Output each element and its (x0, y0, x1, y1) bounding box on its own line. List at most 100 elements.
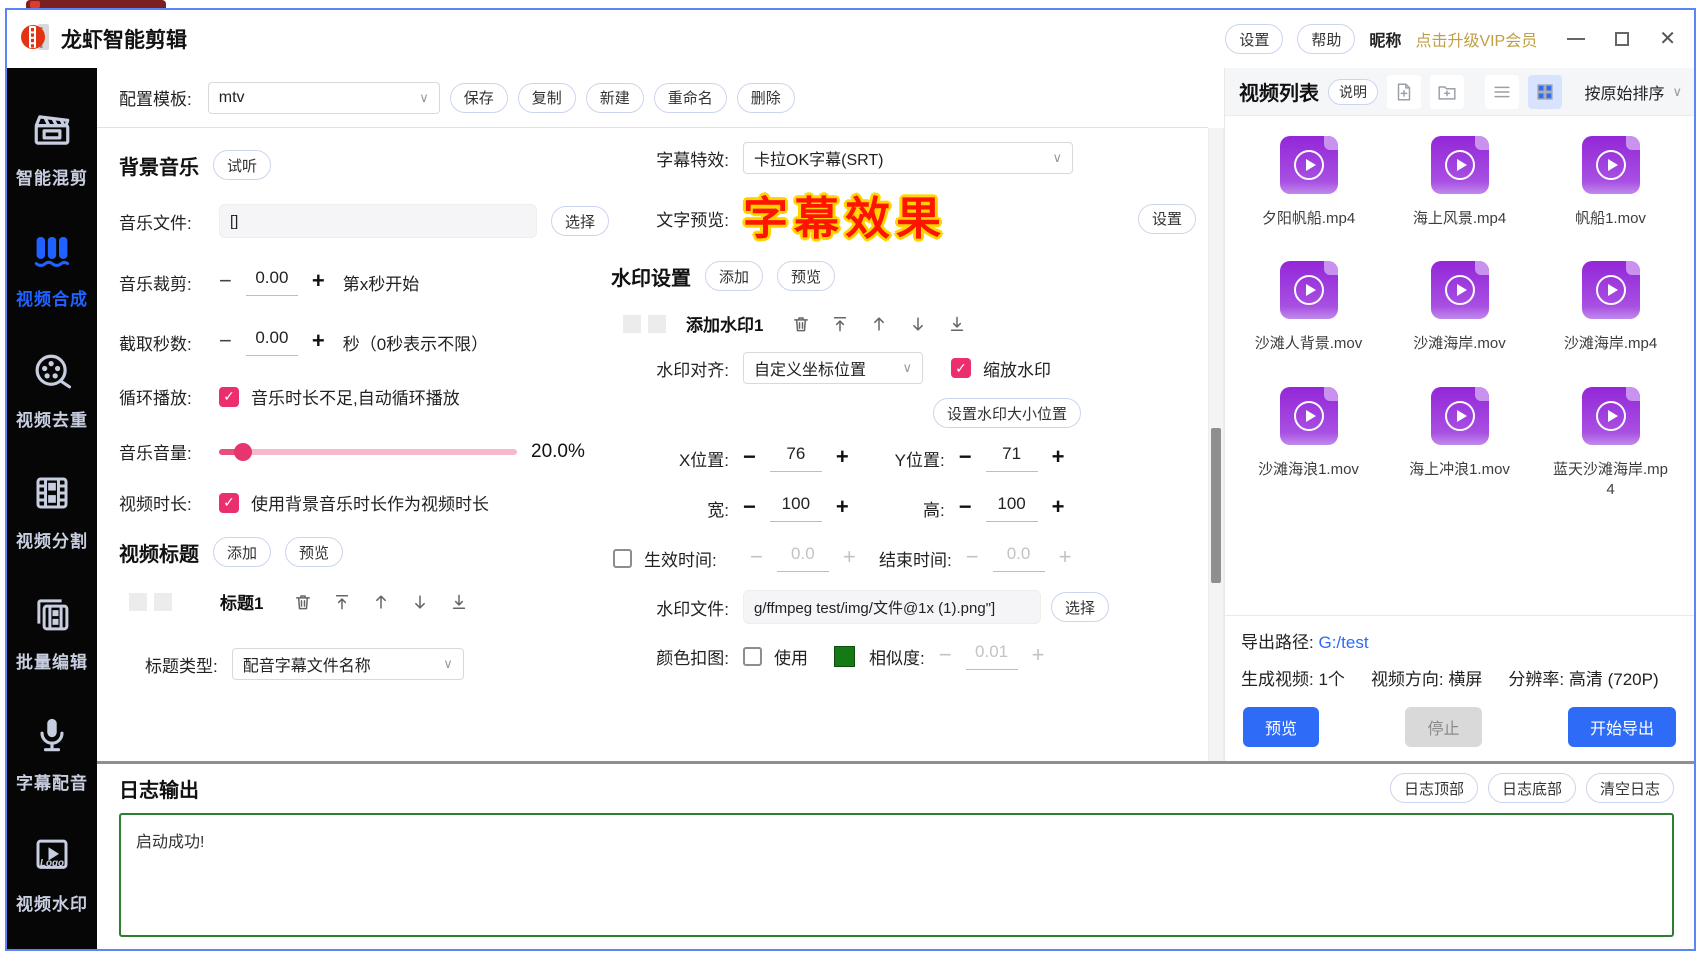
move-to-top-icon[interactable] (830, 314, 850, 334)
delete-icon[interactable] (791, 314, 811, 334)
width-value[interactable]: 100 (769, 494, 822, 522)
subtitle-settings-button[interactable]: 设置 (1137, 203, 1196, 234)
increment-button[interactable]: + (1052, 494, 1065, 520)
video-item[interactable]: 海上风景.mp4 (1384, 136, 1535, 229)
choose-watermark-button[interactable]: 选择 (1051, 592, 1110, 622)
export-path-value[interactable]: G:/test (1318, 633, 1368, 652)
sidebar-item-split[interactable]: 视频分割 (7, 451, 97, 572)
video-item[interactable]: 蓝天沙滩海岸.mp4 (1535, 386, 1686, 501)
close-button[interactable]: ✕ (1659, 29, 1676, 49)
music-file-input[interactable]: [] (219, 204, 537, 238)
watermark-align-select[interactable]: 自定义坐标位置 ∨ (743, 352, 923, 384)
save-template-button[interactable]: 保存 (449, 82, 508, 113)
stop-button[interactable]: 停止 (1405, 707, 1482, 747)
sidebar-item-subtitle-dub[interactable]: 字幕配音 (7, 693, 97, 814)
preview-watermark-button[interactable]: 预览 (777, 261, 836, 291)
move-up-icon[interactable] (371, 592, 391, 612)
music-volume-slider[interactable] (219, 442, 517, 461)
move-down-icon[interactable] (908, 314, 928, 334)
scrollbar-track[interactable] (1208, 128, 1224, 761)
choose-music-button[interactable]: 选择 (551, 206, 610, 236)
config-template-select[interactable]: mtv ∨ (207, 81, 440, 114)
grid-view-button[interactable] (1528, 74, 1562, 109)
clear-log-button[interactable]: 清空日志 (1585, 773, 1674, 803)
sidebar-item-batch-edit[interactable]: 批量编辑 (7, 572, 97, 693)
video-list-help-button[interactable]: 说明 (1328, 78, 1378, 105)
decrement-button[interactable]: − (219, 268, 232, 294)
increment-button[interactable]: + (312, 268, 325, 294)
y-position-value[interactable]: 71 (985, 444, 1038, 472)
cut-seconds-value[interactable]: 0.00 (245, 328, 298, 356)
log-output-box[interactable]: 启动成功! (119, 813, 1674, 937)
music-trim-value[interactable]: 0.00 (245, 268, 298, 296)
add-watermark-button[interactable]: 添加 (705, 261, 764, 291)
add-title-button[interactable]: 添加 (213, 537, 272, 567)
settings-button[interactable]: 设置 (1225, 24, 1284, 54)
vip-upgrade-link[interactable]: 点击升级VIP会员 (1415, 27, 1537, 51)
video-item[interactable]: 沙滩海岸.mp4 (1535, 261, 1686, 354)
scrollbar-thumb[interactable] (1211, 428, 1221, 583)
preview-title-button[interactable]: 预览 (285, 537, 344, 567)
subtitle-effect-select[interactable]: 卡拉OK字幕(SRT) ∨ (743, 142, 1073, 174)
decrement-button[interactable]: − (743, 444, 756, 470)
video-duration-checkbox[interactable]: ✓ (219, 492, 239, 513)
video-item[interactable]: 夕阳帆船.mp4 (1233, 136, 1384, 229)
chroma-color-swatch[interactable] (834, 645, 855, 667)
move-to-bottom-icon[interactable] (449, 592, 469, 612)
sidebar-item-dedupe[interactable]: 视频去重 (7, 330, 97, 451)
settings-scrollbar[interactable] (1208, 68, 1224, 761)
slider-handle[interactable] (233, 442, 252, 461)
effect-time-checkbox[interactable] (613, 548, 632, 568)
video-item[interactable]: 沙滩海浪1.mov (1233, 386, 1384, 501)
increment-button[interactable]: + (1059, 544, 1072, 570)
video-item[interactable]: 海上冲浪1.mov (1384, 386, 1535, 501)
move-to-top-icon[interactable] (332, 592, 352, 612)
maximize-button[interactable] (1615, 32, 1630, 46)
sort-order-select[interactable]: 按原始排序 ∨ (1584, 80, 1682, 104)
sidebar-item-video-compose[interactable]: 视频合成 (7, 209, 97, 330)
new-template-button[interactable]: 新建 (585, 82, 644, 113)
effect-time-value[interactable]: 0.0 (776, 544, 829, 572)
sidebar-item-smart-mix[interactable]: 智能混剪 (7, 88, 97, 209)
height-value[interactable]: 100 (985, 494, 1038, 522)
watermark-file-input[interactable]: g/ffmpeg test/img/文件@1x (1).png"] (743, 590, 1041, 624)
end-time-value[interactable]: 0.0 (992, 544, 1045, 572)
copy-template-button[interactable]: 复制 (517, 82, 576, 113)
move-down-icon[interactable] (410, 592, 430, 612)
video-item[interactable]: 沙滩人背景.mov (1233, 261, 1384, 354)
minimize-button[interactable] (1567, 38, 1586, 40)
increment-button[interactable]: + (312, 328, 325, 354)
increment-button[interactable]: + (836, 494, 849, 520)
orientation-value[interactable]: 横屏 (1448, 670, 1482, 689)
generate-count-value[interactable]: 1个 (1318, 670, 1344, 689)
log-top-button[interactable]: 日志顶部 (1389, 773, 1478, 803)
title-type-select[interactable]: 配音字幕文件名称 ∨ (231, 648, 464, 680)
scale-watermark-checkbox[interactable]: ✓ (951, 358, 971, 378)
increment-button[interactable]: + (836, 444, 849, 470)
audition-button[interactable]: 试听 (213, 150, 272, 180)
increment-button[interactable]: + (1052, 444, 1065, 470)
decrement-button[interactable]: − (219, 328, 232, 354)
decrement-button[interactable]: − (966, 544, 979, 570)
resolution-value[interactable]: 高清 (720P) (1569, 670, 1659, 689)
help-button[interactable]: 帮助 (1297, 24, 1356, 54)
add-file-button[interactable] (1387, 74, 1421, 109)
sidebar-item-watermark[interactable]: Logo 视频水印 (7, 814, 97, 935)
move-to-bottom-icon[interactable] (947, 314, 967, 334)
decrement-button[interactable]: − (959, 494, 972, 520)
decrement-button[interactable]: − (743, 494, 756, 520)
x-position-value[interactable]: 76 (769, 444, 822, 472)
decrement-button[interactable]: − (939, 642, 952, 668)
similarity-value[interactable]: 0.01 (965, 642, 1018, 670)
chroma-use-checkbox[interactable] (743, 646, 762, 666)
list-view-button[interactable] (1485, 74, 1519, 109)
decrement-button[interactable]: − (959, 444, 972, 470)
delete-icon[interactable] (293, 592, 313, 612)
preview-button[interactable]: 预览 (1243, 707, 1320, 747)
start-export-button[interactable]: 开始导出 (1567, 707, 1676, 747)
increment-button[interactable]: + (843, 544, 856, 570)
loop-play-checkbox[interactable]: ✓ (219, 386, 239, 407)
move-up-icon[interactable] (869, 314, 889, 334)
delete-template-button[interactable]: 删除 (736, 82, 795, 113)
log-bottom-button[interactable]: 日志底部 (1487, 773, 1576, 803)
